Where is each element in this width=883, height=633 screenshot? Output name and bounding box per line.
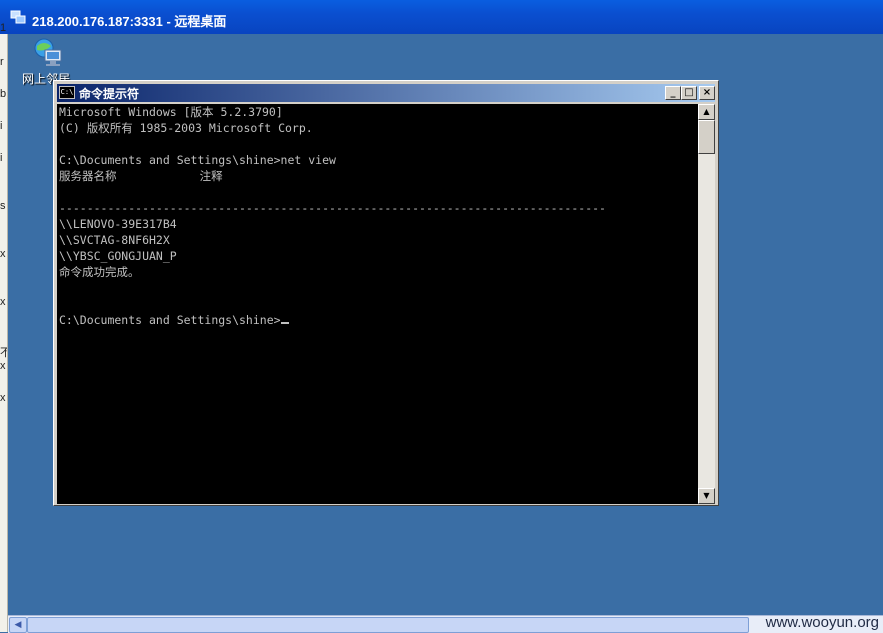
strip-glyph: i	[0, 152, 3, 164]
strip-glyph: r	[0, 56, 4, 68]
console-line: (C) 版权所有 1985-2003 Microsoft Corp.	[59, 121, 313, 135]
maximize-button[interactable]: □	[681, 86, 697, 100]
strip-glyph: x	[0, 296, 6, 308]
scroll-down-button[interactable]: ▼	[698, 488, 715, 504]
strip-glyph: 1	[0, 22, 7, 34]
console-line: ----------------------------------------…	[59, 201, 606, 215]
console-line: C:\Documents and Settings\shine>net view	[59, 153, 336, 167]
console-prompt-line: C:\Documents and Settings\shine>	[59, 313, 281, 327]
scroll-thumb[interactable]	[698, 120, 715, 154]
minimize-button[interactable]: _	[665, 86, 681, 100]
text-cursor	[280, 322, 289, 324]
scroll-left-button[interactable]: ◀	[9, 617, 27, 633]
strip-glyph: b	[0, 88, 7, 100]
remote-desktop-title: 218.200.176.187:3331 - 远程桌面	[32, 14, 227, 29]
command-prompt-title: 命令提示符	[79, 87, 140, 101]
console-text: Microsoft Windows [版本 5.2.3790] (C) 版权所有…	[57, 104, 698, 328]
local-window-edge: 1 r b i i s x x 不 x x	[0, 22, 8, 632]
console-line: \\LENOVO-39E317B4	[59, 217, 177, 231]
strip-glyph: x	[0, 392, 6, 404]
console-line: 服务器名称 注释	[59, 169, 223, 183]
remote-desktop-titlebar[interactable]: 218.200.176.187:3331 - 远程桌面	[0, 0, 883, 35]
horizontal-scroll-thumb[interactable]	[27, 617, 749, 633]
command-prompt-titlebar[interactable]: C:\ 命令提示符 _ □ ×	[57, 84, 715, 102]
console-line: 命令成功完成。	[59, 265, 140, 279]
strip-glyph: x	[0, 248, 6, 260]
watermark: www.wooyun.org	[765, 614, 879, 631]
network-places-icon	[22, 36, 74, 70]
cmd-icon: C:\	[59, 86, 75, 99]
strip-glyph: 不	[0, 347, 7, 359]
horizontal-scrollbar[interactable]: ◀	[8, 615, 883, 633]
close-button[interactable]: ×	[699, 86, 715, 100]
console-line: Microsoft Windows [版本 5.2.3790]	[59, 105, 283, 119]
command-prompt-window[interactable]: C:\ 命令提示符 _ □ × Microsoft Windows [版本 5.…	[53, 80, 719, 506]
console-line: \\SVCTAG-8NF6H2X	[59, 233, 170, 247]
remote-desktop-icon	[10, 9, 26, 25]
console-output[interactable]: Microsoft Windows [版本 5.2.3790] (C) 版权所有…	[57, 104, 698, 504]
console-line: \\YBSC_GONGJUAN_P	[59, 249, 177, 263]
strip-glyph: x	[0, 360, 6, 372]
strip-glyph: s	[0, 200, 6, 212]
scroll-up-button[interactable]: ▲	[698, 104, 715, 120]
strip-glyph: i	[0, 120, 3, 132]
vertical-scrollbar[interactable]: ▲ ▼	[698, 104, 715, 504]
